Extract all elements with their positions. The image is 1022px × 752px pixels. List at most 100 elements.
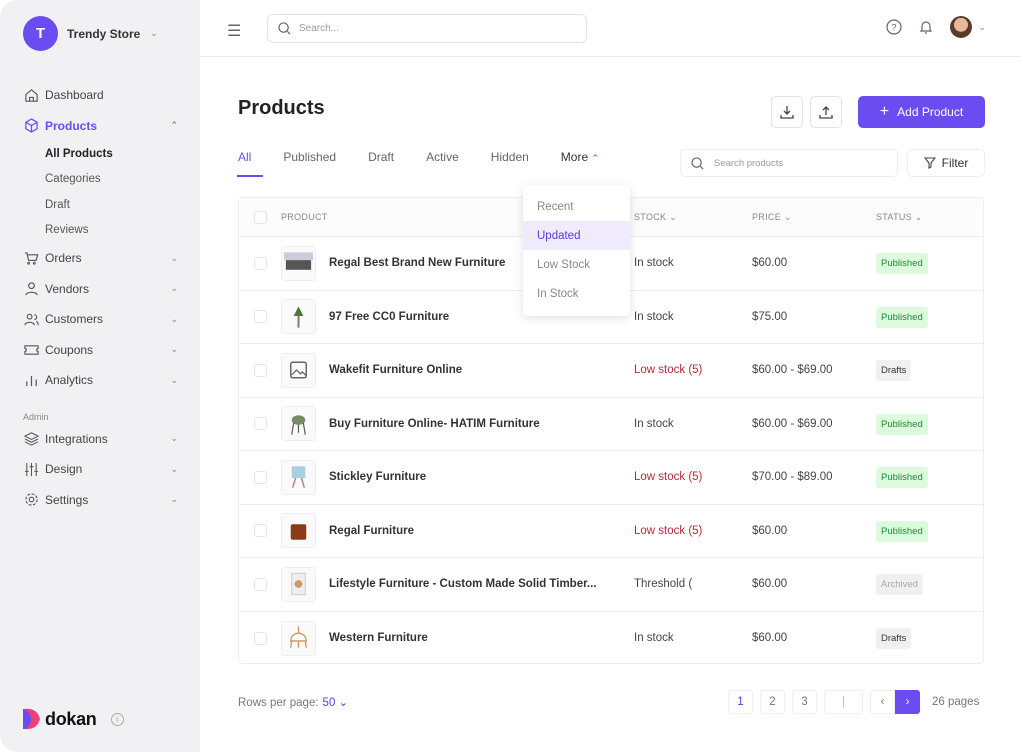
chevron-left-icon: ‹ xyxy=(880,696,885,708)
status-badge: Published xyxy=(876,253,928,275)
sidebar-item-dashboard[interactable]: Dashboard xyxy=(23,80,178,111)
row-checkbox[interactable] xyxy=(254,310,267,324)
row-checkbox[interactable] xyxy=(254,363,267,377)
add-product-label: Add Product xyxy=(897,105,964,119)
tab-draft[interactable]: Draft xyxy=(368,150,394,177)
cart-icon xyxy=(24,252,38,265)
store-avatar: T xyxy=(23,16,58,51)
sidebar-subitem-all-products[interactable]: All Products xyxy=(23,141,178,167)
product-name[interactable]: Regal Best Brand New Furniture xyxy=(329,257,505,269)
plus-icon: + xyxy=(879,103,890,120)
add-product-button[interactable]: + Add Product xyxy=(858,96,985,128)
prev-page-button[interactable]: ‹ xyxy=(870,690,895,714)
info-icon[interactable]: i xyxy=(110,712,124,726)
sidebar-item-label: Analytics xyxy=(45,373,94,388)
tab-hidden[interactable]: Hidden xyxy=(491,150,529,177)
product-name[interactable]: Stickley Furniture xyxy=(329,471,426,483)
sidebar-item-integrations[interactable]: Integrations ⌄ xyxy=(23,424,178,455)
product-name[interactable]: Western Furniture xyxy=(329,632,428,644)
table-row[interactable]: Lifestyle Furniture - Custom Made Solid … xyxy=(239,558,983,612)
price-cell: $60.00 xyxy=(752,578,788,591)
menu-item-recent[interactable]: Recent xyxy=(523,192,630,221)
row-checkbox[interactable] xyxy=(254,256,267,270)
pagination: 1 2 3 | ‹ › 26 pages xyxy=(728,690,979,714)
header-status[interactable]: STATUS ⌄ xyxy=(876,212,923,223)
table-row[interactable]: Buy Furniture Online- HATIM Furniture In … xyxy=(239,398,983,451)
sidebar-subitem-categories[interactable]: Categories xyxy=(23,167,178,193)
sidebar-item-design[interactable]: Design ⌄ xyxy=(23,454,178,485)
box-icon xyxy=(24,118,38,134)
rows-per-page-select[interactable]: 50 ⌄ xyxy=(323,697,349,709)
search-icon xyxy=(691,156,704,169)
sidebar-item-orders[interactable]: Orders ⌄ xyxy=(23,243,178,274)
product-thumbnail xyxy=(281,459,316,495)
stock-cell: Threshold ( xyxy=(634,578,693,591)
tab-all[interactable]: All xyxy=(236,150,265,177)
sliders-icon xyxy=(24,462,38,476)
product-image-icon xyxy=(291,466,306,489)
tab-more[interactable]: More ⌃ xyxy=(561,150,599,177)
sidebar-subitem-draft[interactable]: Draft xyxy=(23,192,178,218)
table-row[interactable]: Western Furniture In stock $60.00 Drafts xyxy=(239,612,983,666)
product-name[interactable]: Buy Furniture Online- HATIM Furniture xyxy=(329,418,540,430)
user-menu[interactable]: ⌄ xyxy=(950,16,986,38)
table-row[interactable]: Wakefit Furniture Online Low stock (5) $60… xyxy=(239,344,983,398)
chevron-down-icon: ⌄ xyxy=(170,252,178,263)
table-row[interactable]: Regal Furniture Low stock (5) $60.00 Publis… xyxy=(239,505,983,558)
product-name[interactable]: Lifestyle Furniture - Custom Made Solid … xyxy=(329,578,597,590)
sidebar-item-coupons[interactable]: Coupons ⌄ xyxy=(23,335,178,366)
users-icon xyxy=(23,313,39,326)
row-checkbox[interactable] xyxy=(254,417,267,431)
filter-icon xyxy=(923,157,936,169)
chevron-down-icon: ⌄ xyxy=(170,374,178,385)
menu-item-in-stock[interactable]: In Stock xyxy=(523,279,630,308)
product-name[interactable]: Regal Furniture xyxy=(329,525,414,537)
menu-item-low-stock[interactable]: Low Stock xyxy=(523,250,630,279)
row-checkbox[interactable] xyxy=(254,470,267,484)
download-button[interactable] xyxy=(771,96,803,128)
sidebar-item-products[interactable]: Products ⌃ xyxy=(23,111,178,142)
menu-icon[interactable]: ☰ xyxy=(227,21,241,41)
upload-button[interactable] xyxy=(810,96,842,128)
sidebar-item-analytics[interactable]: Analytics ⌄ xyxy=(23,365,178,396)
stock-cell: Low stock (5) xyxy=(634,364,703,377)
help-icon[interactable]: ? xyxy=(886,19,903,35)
row-checkbox[interactable] xyxy=(254,524,267,538)
product-search-input[interactable]: Search products xyxy=(680,149,898,177)
sidebar-item-customers[interactable]: Customers ⌄ xyxy=(23,304,178,335)
row-checkbox[interactable] xyxy=(254,631,267,645)
menu-item-updated[interactable]: Updated xyxy=(523,221,630,250)
chevron-down-icon: ⌄ xyxy=(170,344,178,355)
bell-icon[interactable] xyxy=(918,19,934,35)
logo-text: dokan xyxy=(45,708,97,729)
page-3-button[interactable]: 3 xyxy=(792,690,817,714)
chevron-down-icon: ⌄ xyxy=(170,313,178,324)
tab-active[interactable]: Active xyxy=(426,150,459,177)
page-jump-input[interactable]: | xyxy=(824,690,863,714)
topbar: ☰ Search... ? ⌄ xyxy=(200,0,1022,57)
bar-chart-icon xyxy=(25,375,37,386)
sidebar-item-vendors[interactable]: Vendors ⌄ xyxy=(23,274,178,305)
search-placeholder: Search... xyxy=(299,23,340,34)
global-search-input[interactable]: Search... xyxy=(267,14,587,43)
filter-label: Filter xyxy=(941,156,969,170)
tab-published[interactable]: Published xyxy=(283,150,336,177)
page-1-button[interactable]: 1 xyxy=(728,690,753,714)
header-stock[interactable]: STOCK ⌄ xyxy=(634,212,752,223)
product-name[interactable]: 97 Free CC0 Furniture xyxy=(329,311,449,323)
product-name[interactable]: Wakefit Furniture Online xyxy=(329,364,462,376)
status-badge: Published xyxy=(876,413,928,435)
next-page-button[interactable]: › xyxy=(895,690,920,714)
upload-icon xyxy=(819,106,833,119)
header-price[interactable]: PRICE ⌄ xyxy=(752,212,876,223)
sidebar-subitem-reviews[interactable]: Reviews xyxy=(23,218,178,244)
select-all-checkbox[interactable] xyxy=(254,210,267,224)
status-badge: Archived xyxy=(876,574,923,596)
sidebar-item-settings[interactable]: Settings ⌄ xyxy=(23,485,178,516)
layers-icon xyxy=(23,432,39,446)
filter-button[interactable]: Filter xyxy=(907,149,985,177)
store-switcher[interactable]: T Trendy Store ⌄ xyxy=(23,16,158,51)
page-2-button[interactable]: 2 xyxy=(760,690,785,714)
table-row[interactable]: Stickley Furniture Low stock (5) $70.00 - … xyxy=(239,451,983,505)
row-checkbox[interactable] xyxy=(254,577,267,591)
